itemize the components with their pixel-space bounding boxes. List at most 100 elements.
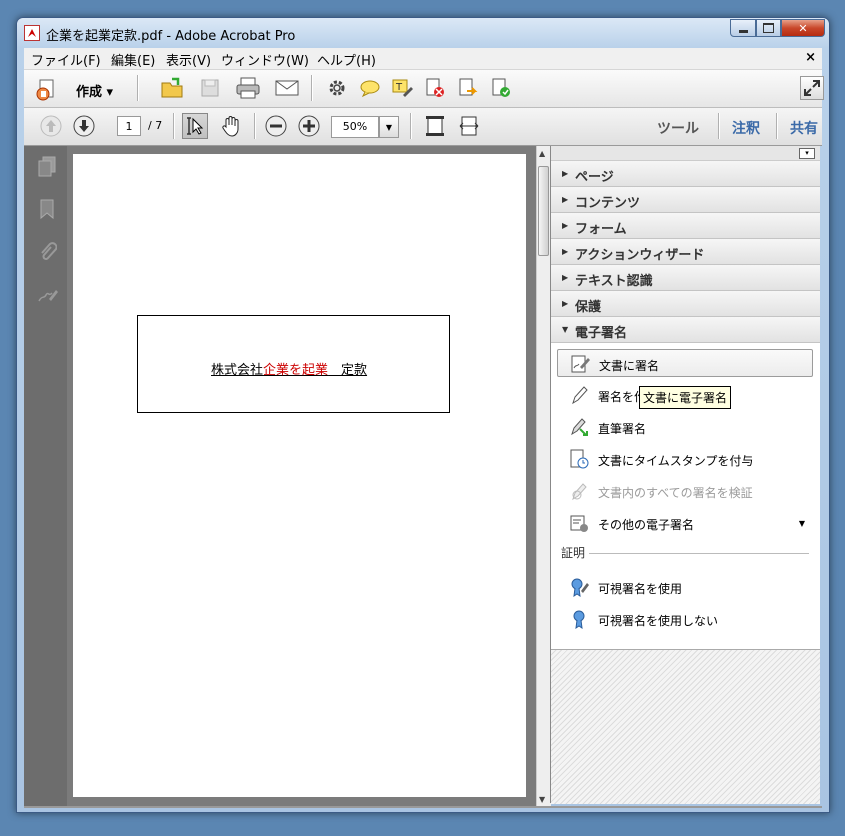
select-tool-icon[interactable] <box>182 113 208 139</box>
more-signatures-item[interactable]: その他の電子署名 ▼ <box>557 509 813 537</box>
close-button[interactable]: ✕ <box>781 19 825 37</box>
certify-invisible-icon <box>573 610 585 629</box>
title-bar[interactable]: 企業を起業定款.pdf - Adobe Acrobat Pro ✕ <box>17 18 829 48</box>
section-label: フォーム <box>575 222 627 237</box>
create-button-icon[interactable] <box>34 77 60 101</box>
zoom-out-icon[interactable] <box>265 115 287 137</box>
section-label: テキスト認識 <box>575 274 653 289</box>
signatures-icon[interactable] <box>37 285 58 307</box>
document-text-company: 企業を起業 <box>263 363 329 378</box>
document-text-prefix: 株式会社 <box>211 363 264 378</box>
section-forms[interactable]: ▶ フォーム <box>551 213 820 239</box>
timestamp-icon <box>570 449 589 469</box>
section-protection[interactable]: ▶ 保護 <box>551 291 820 317</box>
panel-empty-area <box>551 649 820 804</box>
page-thumbnails-icon[interactable] <box>37 156 56 178</box>
menu-file[interactable]: ファイル(F) <box>31 50 101 69</box>
text-box: 株式会社企業を起業 定款 <box>137 315 450 413</box>
navigation-toolbar: 1 / 7 50% ▼ ツール 注釈 共有 <box>24 108 822 146</box>
certify-visible-icon <box>571 578 589 597</box>
section-text-recognition[interactable]: ▶ テキスト認識 <box>551 265 820 291</box>
svg-text:T: T <box>395 82 403 93</box>
menu-view[interactable]: 表示(V) <box>166 50 211 69</box>
bookmarks-icon[interactable] <box>37 198 55 220</box>
maximize-button[interactable] <box>756 19 781 37</box>
scroll-down-icon[interactable]: ▼ <box>539 795 545 804</box>
vertical-scrollbar[interactable]: ▲ ▼ <box>536 146 551 806</box>
maximize-icon <box>763 23 774 33</box>
ink-signature-item[interactable]: 直筆署名 <box>557 413 813 441</box>
menu-edit[interactable]: 編集(E) <box>111 50 155 69</box>
save-icon[interactable] <box>197 76 223 100</box>
sign-document-icon <box>571 355 590 373</box>
comment-icon[interactable] <box>358 77 382 99</box>
next-page-icon[interactable] <box>73 115 95 137</box>
section-content[interactable]: ▶ コンテンツ <box>551 187 820 213</box>
comment-link[interactable]: 注釈 <box>732 118 760 138</box>
expand-arrow-icon: ▶ <box>562 273 569 282</box>
menu-bar: ファイル(F) 編集(E) 表示(V) ウィンドウ(W) ヘルプ(H) × <box>24 48 822 70</box>
chevron-down-icon[interactable]: ▼ <box>799 519 805 528</box>
panel-header: ▾ <box>551 146 820 161</box>
sign-document-item[interactable]: 文書に署名 <box>557 349 813 377</box>
section-digital-signature[interactable]: ▼ 電子署名 <box>551 317 820 343</box>
create-button[interactable]: 作成 ▾ <box>76 81 113 100</box>
gear-icon[interactable] <box>326 77 348 99</box>
timestamp-item[interactable]: 文書にタイムスタンプを付与 <box>557 445 813 473</box>
toolbar-separator <box>718 113 720 139</box>
document-text: 株式会社企業を起業 定款 <box>211 359 367 378</box>
toolbar-separator <box>776 113 778 139</box>
insert-page-icon[interactable] <box>489 77 513 99</box>
menu-window[interactable]: ウィンドウ(W) <box>221 50 309 69</box>
delete-page-icon[interactable] <box>423 77 447 99</box>
scroll-up-icon[interactable]: ▲ <box>539 149 545 158</box>
expand-arrow-icon: ▶ <box>562 247 569 256</box>
acrobat-window: 企業を起業定款.pdf - Adobe Acrobat Pro ✕ ファイル(F… <box>16 17 830 813</box>
section-label: アクションウィザード <box>575 248 705 263</box>
validate-signatures-item: 文書内のすべての署名を検証 <box>557 477 813 505</box>
total-pages: / 7 <box>148 119 163 132</box>
minimize-button[interactable] <box>730 19 756 37</box>
expand-arrow-icon: ▶ <box>562 195 569 204</box>
email-icon[interactable] <box>273 76 301 100</box>
share-link[interactable]: 共有 <box>790 118 818 138</box>
more-signatures-icon <box>570 515 588 532</box>
toolbar-separator <box>311 75 313 101</box>
tools-panel: ▾ ▶ ページ ▶ コンテンツ ▶ フォーム ▶ アクションウィザード ▶ テキスト認識 … <box>550 146 820 804</box>
open-folder-icon[interactable] <box>159 76 185 100</box>
zoom-dropdown-button[interactable]: ▼ <box>379 116 399 138</box>
zoom-level-input[interactable]: 50% <box>331 116 379 138</box>
fit-page-icon[interactable] <box>423 114 447 138</box>
tools-link[interactable]: ツール <box>657 118 699 138</box>
certify-invisible-item[interactable]: 可視署名を使用しない <box>557 605 813 633</box>
print-icon[interactable] <box>234 76 262 100</box>
current-page-input[interactable]: 1 <box>117 116 141 136</box>
toolbar-separator <box>137 75 139 101</box>
attachments-icon[interactable] <box>37 241 58 263</box>
fit-width-icon[interactable] <box>457 114 481 138</box>
scrollbar-thumb[interactable] <box>538 166 549 256</box>
expand-arrow-icon: ▶ <box>562 169 569 178</box>
tooltip: 文書に電子署名 <box>639 386 732 409</box>
pdf-page: 株式会社企業を起業 定款 <box>73 154 526 797</box>
panel-options-icon[interactable]: ▾ <box>799 148 815 159</box>
certification-divider <box>589 553 809 554</box>
section-label: 保護 <box>575 300 602 315</box>
zoom-in-icon[interactable] <box>298 115 320 137</box>
expand-arrow-icon: ▶ <box>562 221 569 230</box>
menubar-close-icon[interactable]: × <box>805 50 816 65</box>
toolbar-separator <box>173 113 175 139</box>
certify-visible-item[interactable]: 可視署名を使用 <box>557 573 813 601</box>
full-screen-icon[interactable] <box>800 76 824 100</box>
minimize-icon <box>738 29 748 33</box>
edit-text-icon[interactable]: T <box>390 77 414 99</box>
close-icon: ✕ <box>798 21 808 35</box>
section-action-wizard[interactable]: ▶ アクションウィザード <box>551 239 820 265</box>
previous-page-icon[interactable] <box>40 115 62 137</box>
hand-tool-icon[interactable] <box>218 113 244 139</box>
extract-page-icon[interactable] <box>456 77 480 99</box>
document-view[interactable]: 株式会社企業を起業 定款 <box>67 146 536 806</box>
menu-help[interactable]: ヘルプ(H) <box>317 50 376 69</box>
section-pages[interactable]: ▶ ページ <box>551 161 820 187</box>
section-label: 電子署名 <box>575 326 628 341</box>
